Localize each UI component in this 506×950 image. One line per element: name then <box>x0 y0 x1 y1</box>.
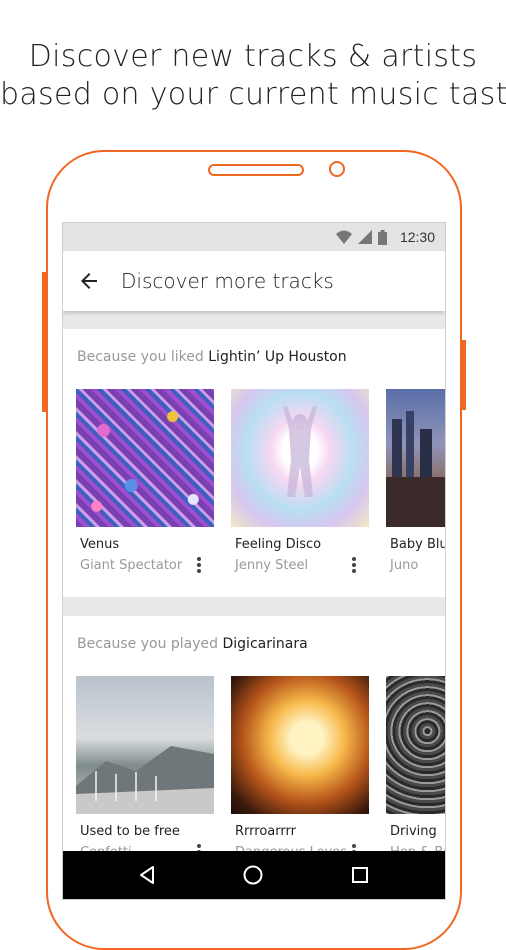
track-card[interactable]: Used to be free Confetti <box>76 676 214 860</box>
promo-headline: Discover new tracks & artists based on y… <box>0 38 506 114</box>
phone-speaker <box>208 164 304 176</box>
track-artwork[interactable] <box>231 676 369 814</box>
track-title: Baby Blue <box>390 537 445 552</box>
section-prefix: Because you played <box>77 636 219 652</box>
recents-square-icon[interactable] <box>348 863 372 887</box>
phone-side-button-left <box>42 272 46 412</box>
track-card[interactable]: Rrrroarrrr Dangerous Loves <box>231 676 369 860</box>
battery-icon <box>378 229 387 245</box>
more-vert-icon[interactable] <box>194 555 204 575</box>
page-title: Discover more tracks <box>121 269 334 293</box>
track-title: Used to be free <box>80 824 180 839</box>
system-nav-bar <box>63 851 445 899</box>
status-icons <box>336 229 387 245</box>
track-artwork[interactable] <box>386 676 445 814</box>
section-subject[interactable]: Lightin’ Up Houston <box>208 349 346 365</box>
track-title: Feeling Disco <box>235 537 322 552</box>
city-skyline <box>386 411 445 527</box>
phone-side-button-right <box>462 340 466 410</box>
track-card[interactable]: Driving Hep & Bu <box>386 676 445 860</box>
track-title: Rrrroarrrr <box>235 824 296 839</box>
track-card[interactable]: Baby Blue Juno <box>386 389 445 573</box>
back-triangle-icon[interactable] <box>135 863 159 887</box>
track-card[interactable]: Venus Giant Spectator <box>76 389 214 573</box>
section-heading: Because you played Digicarinara <box>77 636 308 652</box>
track-artist: Giant Spectator <box>80 558 183 573</box>
phone-screen: 12:30 Discover more tracks Because you l… <box>62 222 446 900</box>
track-title: Driving <box>390 824 437 839</box>
arrow-back-icon[interactable] <box>77 269 101 293</box>
status-bar: 12:30 <box>63 223 445 251</box>
status-time: 12:30 <box>399 229 435 245</box>
track-card[interactable]: Feeling Disco Jenny Steel <box>231 389 369 573</box>
recommendation-section-1: Because you liked Lightin’ Up Houston Ve… <box>63 329 445 597</box>
wind-turbines <box>76 746 214 814</box>
track-artist: Jenny Steel <box>235 558 309 573</box>
more-vert-icon[interactable] <box>349 555 359 575</box>
wifi-icon <box>336 230 352 244</box>
phone-camera <box>329 161 345 177</box>
track-title: Venus <box>80 537 120 552</box>
home-circle-icon[interactable] <box>241 863 265 887</box>
headline-line-2: based on your current music taste <box>0 77 506 112</box>
track-artist: Juno <box>390 558 419 573</box>
headline-line-1: Discover new tracks & artists <box>28 39 478 74</box>
track-artwork[interactable] <box>386 389 445 527</box>
track-artwork[interactable] <box>231 389 369 527</box>
section-heading: Because you liked Lightin’ Up Houston <box>77 349 347 365</box>
section-subject[interactable]: Digicarinara <box>223 636 308 652</box>
section-prefix: Because you liked <box>77 349 204 365</box>
app-bar: Discover more tracks <box>63 251 445 311</box>
figure-silhouette <box>283 406 317 497</box>
track-artwork[interactable] <box>76 676 214 814</box>
signal-icon <box>358 230 372 244</box>
track-artwork[interactable] <box>76 389 214 527</box>
